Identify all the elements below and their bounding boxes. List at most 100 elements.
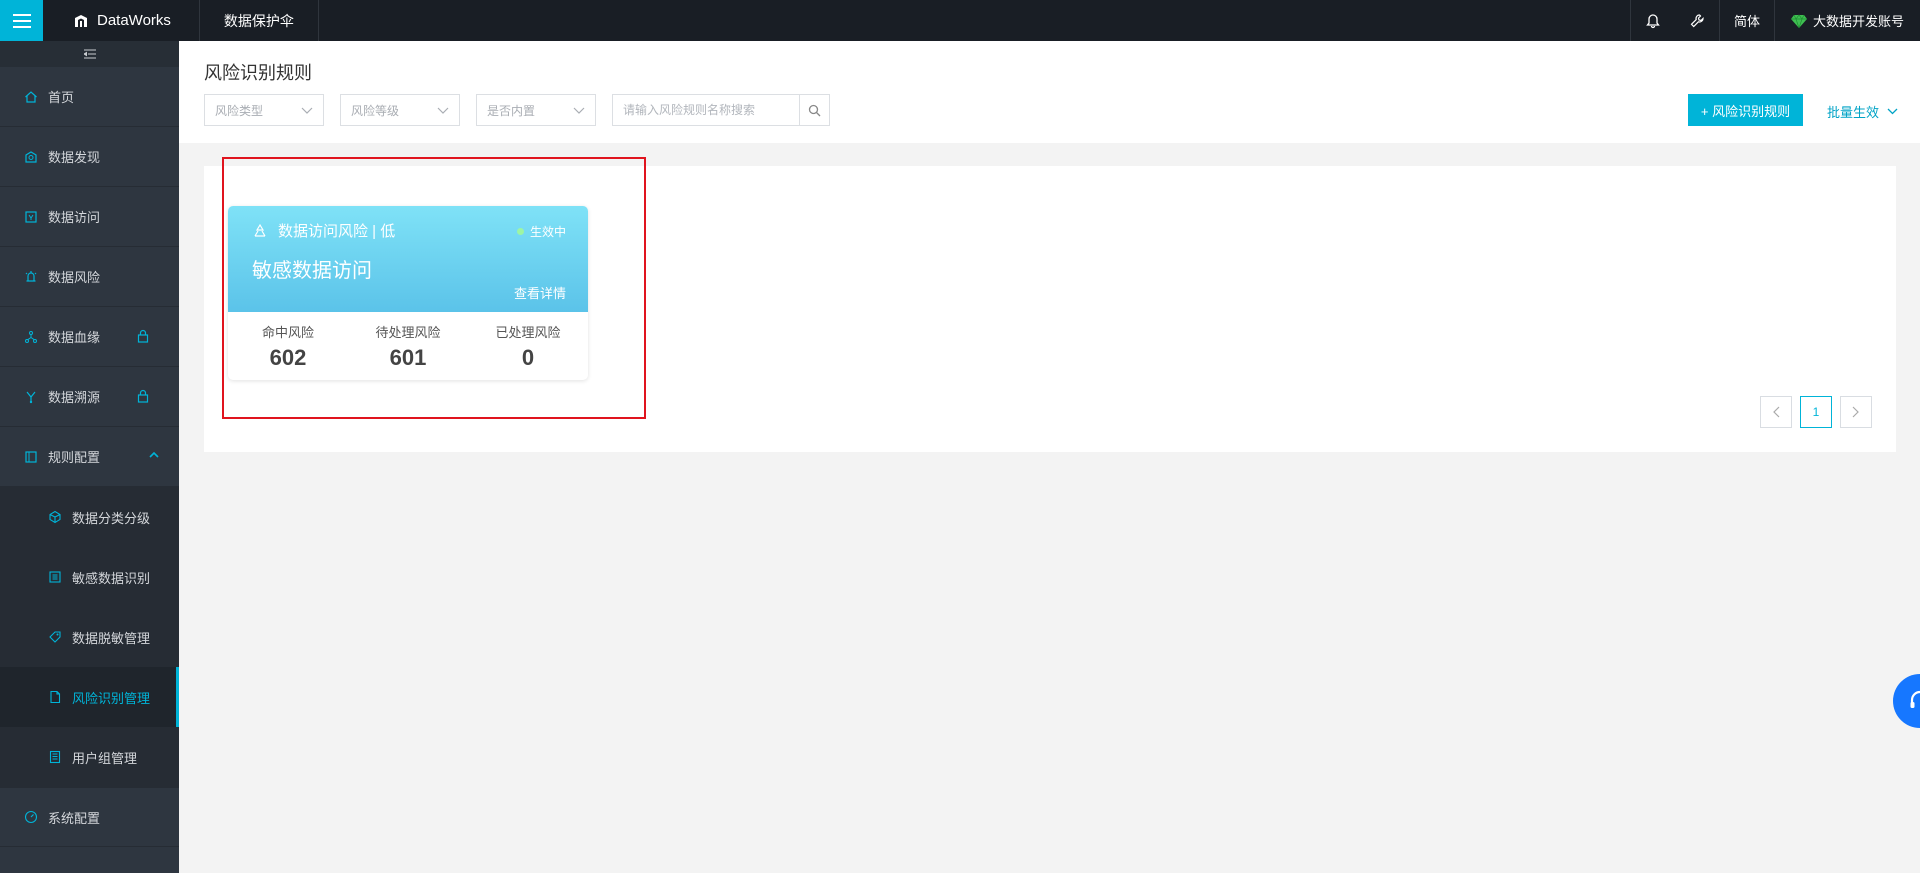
sidebar: 首页 数据发现 数据访问 数据风险 数据血缘 数据溯源 规则配置 数据分类分级 … (0, 41, 179, 873)
sidebar-subitem-sensitive[interactable]: 敏感数据识别 (0, 547, 179, 607)
alarm-icon (25, 270, 37, 282)
chevron-down-icon (1887, 108, 1898, 115)
access-icon (25, 210, 37, 223)
card-stats: 命中风险 602 待处理风险 601 已处理风险 0 (228, 312, 588, 380)
sidebar-subitem-label: 数据脱敏管理 (72, 630, 151, 646)
lineage-icon (25, 330, 37, 343)
sidebar-subitem-masking[interactable]: 数据脱敏管理 (0, 607, 179, 667)
risk-rule-card[interactable]: 数据访问风险 | 低 生效中 敏感数据访问 查看详情 命中风险 602 待处理风… (228, 206, 588, 380)
sidebar-subitem-label: 数据分类分级 (72, 510, 151, 526)
sidebar-item-system[interactable]: 系统配置 (0, 787, 179, 847)
status-dot (516, 228, 524, 235)
sidebar-item-label: 数据溯源 (48, 390, 101, 405)
batch-label: 批量生效 (1827, 105, 1880, 120)
page-title: 风险识别规则 (204, 63, 312, 83)
account-menu[interactable]: 大数据开发账号 (1773, 0, 1920, 41)
builtin-select[interactable]: 是否内置 (476, 94, 596, 126)
sidebar-item-label: 首页 (48, 90, 75, 105)
list-icon (49, 571, 61, 583)
book-icon (49, 750, 61, 764)
account-name: 大数据开发账号 (1812, 14, 1904, 29)
sidebar-item-home[interactable]: 首页 (0, 67, 179, 127)
chevron-left-icon (1773, 406, 1780, 418)
sidebar-item-label: 系统配置 (48, 810, 101, 826)
tag-icon (49, 631, 61, 643)
sidebar-item-trace[interactable]: 数据溯源 (0, 367, 179, 427)
support-float-button[interactable] (1893, 674, 1920, 728)
lock-icon (137, 329, 149, 343)
risk-level-select[interactable]: 风险等级 (340, 94, 460, 126)
doc-icon (50, 690, 61, 704)
brand[interactable]: DataWorks (43, 0, 200, 41)
page-header: 风险识别规则 风险类型 风险等级 是否内置 + 风险识别规则 批量生效 (179, 41, 1920, 143)
next-page-button[interactable] (1840, 396, 1872, 428)
hamburger-icon (12, 19, 31, 22)
card-type-label: 数据访问风险 | 低 (278, 223, 396, 240)
card-title: 敏感数据访问 (252, 260, 372, 282)
add-risk-rule-button[interactable]: + 风险识别规则 (1688, 94, 1803, 126)
top-bar: DataWorks 数据保护伞 简体 大数据开发账号 (0, 0, 1920, 41)
notification-button[interactable] (1629, 0, 1675, 41)
status-badge: 生效中 (516, 223, 566, 240)
sidebar-item-label: 数据血缘 (48, 330, 101, 345)
gauge-icon (24, 810, 38, 824)
builtin-placeholder: 是否内置 (487, 103, 536, 118)
batch-activate-dropdown[interactable]: 批量生效 (1827, 102, 1898, 121)
prev-page-button[interactable] (1760, 396, 1792, 428)
diamond-icon (1790, 13, 1807, 28)
bell-icon (1646, 13, 1660, 28)
chevron-down-icon (437, 107, 449, 114)
view-details-link[interactable]: 查看详情 (514, 283, 566, 302)
stat-label: 待处理风险 (375, 324, 441, 340)
lock-icon (137, 389, 149, 403)
rules-icon (25, 450, 37, 463)
stat-handled: 已处理风险 0 (468, 322, 588, 371)
collapse-sidebar-button[interactable] (0, 41, 179, 67)
sidebar-item-label: 规则配置 (48, 450, 101, 465)
search-input[interactable] (613, 95, 799, 125)
card-type: 数据访问风险 | 低 (252, 220, 395, 241)
risk-type-select[interactable]: 风险类型 (204, 94, 324, 126)
stat-value: 602 (269, 344, 307, 370)
card-header: 数据访问风险 | 低 生效中 敏感数据访问 查看详情 (228, 206, 588, 312)
sidebar-item-label: 数据访问 (48, 210, 101, 225)
wrench-icon (1690, 13, 1704, 27)
dataworks-logo-icon (75, 14, 87, 27)
product-name[interactable]: 数据保护伞 (200, 0, 319, 41)
sidebar-subitem-risk-rules[interactable]: 风险识别管理 (0, 667, 179, 727)
sidebar-subitem-classification[interactable]: 数据分类分级 (0, 487, 179, 547)
stat-value: 601 (389, 344, 427, 370)
sidebar-item-risk[interactable]: 数据风险 (0, 247, 179, 307)
sidebar-item-label: 数据发现 (48, 150, 101, 165)
chevron-up-icon (149, 451, 159, 458)
sidebar-subitem-label: 敏感数据识别 (72, 570, 151, 586)
sidebar-item-lineage[interactable]: 数据血缘 (0, 307, 179, 367)
sidebar-item-access[interactable]: 数据访问 (0, 187, 179, 247)
trace-icon (26, 391, 36, 403)
menu-button[interactable] (0, 0, 43, 41)
sidebar-item-label: 数据风险 (48, 270, 101, 285)
home-icon (25, 90, 37, 103)
stat-value: 0 (521, 344, 535, 370)
chevron-down-icon (301, 107, 313, 114)
risk-type-placeholder: 风险类型 (215, 103, 264, 118)
risk-level-placeholder: 风险等级 (351, 103, 400, 118)
collapse-icon (83, 49, 96, 59)
language-switch[interactable]: 简体 (1718, 0, 1774, 41)
status-label: 生效中 (529, 225, 566, 239)
chevron-down-icon (573, 107, 585, 114)
search-icon (808, 104, 821, 116)
page-button-current[interactable]: 1 (1800, 396, 1832, 428)
stat-pending: 待处理风险 601 (348, 322, 468, 371)
sidebar-item-discovery[interactable]: 数据发现 (0, 127, 179, 187)
sidebar-subitem-label: 用户组管理 (72, 750, 138, 766)
stat-hit: 命中风险 602 (228, 322, 348, 371)
chevron-right-icon (1852, 406, 1859, 418)
headset-icon (1910, 690, 1920, 708)
sidebar-subitem-usergroups[interactable]: 用户组管理 (0, 727, 179, 787)
brand-name: DataWorks (97, 12, 171, 29)
sidebar-item-rules[interactable]: 规则配置 (0, 427, 179, 487)
search-box (612, 94, 830, 126)
tools-button[interactable] (1675, 0, 1719, 41)
search-button[interactable] (799, 95, 829, 125)
